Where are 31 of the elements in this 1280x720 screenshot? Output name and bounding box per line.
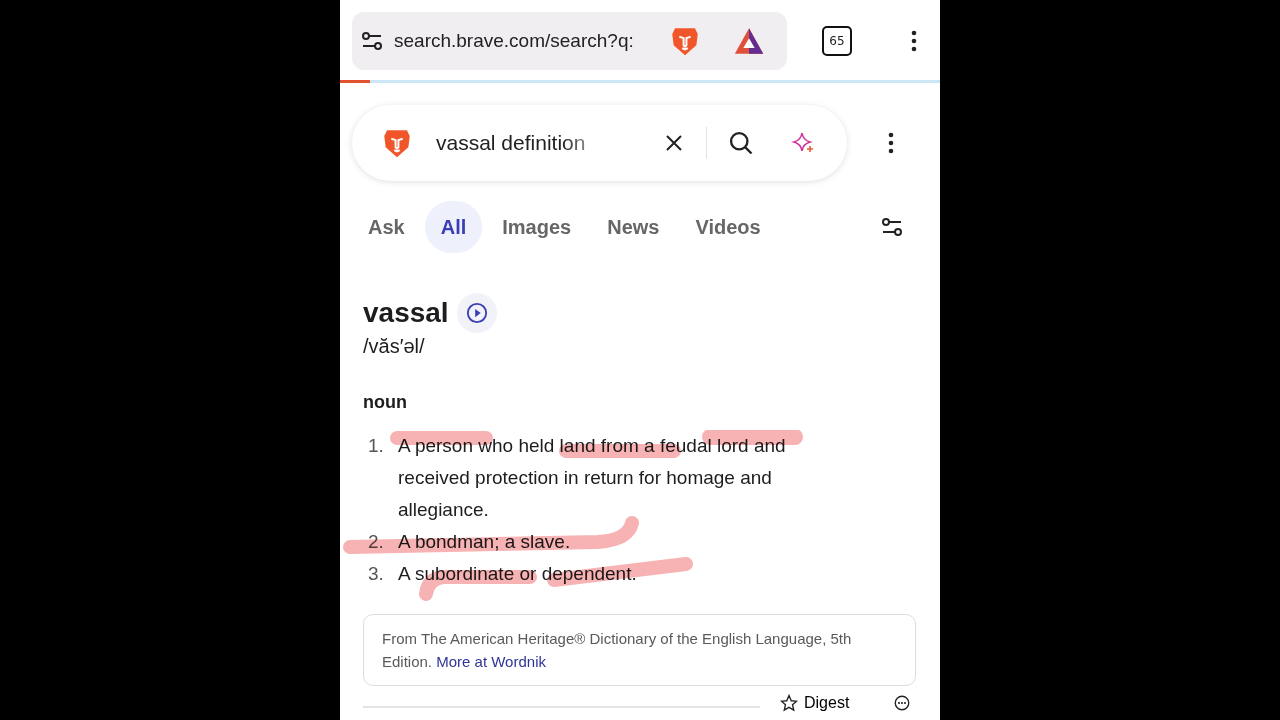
chat-icon[interactable] (893, 694, 912, 712)
sense-text: A bondman; a slave. (398, 530, 571, 554)
search-tab[interactable]: Ask (352, 201, 421, 253)
search-tab[interactable]: Videos (679, 201, 777, 253)
search-field[interactable]: vassal definition (352, 105, 847, 181)
play-icon (465, 302, 488, 324)
url-text[interactable]: search.brave.com/search?q: (394, 30, 656, 52)
wordnik-link[interactable]: More at Wordnik (436, 653, 546, 670)
sense-number: 1. (367, 434, 385, 458)
more-options-icon[interactable] (887, 132, 895, 154)
menu-icon[interactable] (910, 30, 918, 52)
search-tab[interactable]: News (591, 201, 676, 253)
source-text: From The American Heritage® Dictionary of the English Language, 5th Edition. More at Wordnik (382, 629, 853, 672)
sense-number: 3. (367, 562, 385, 586)
star-icon (780, 694, 798, 712)
sparkle-icon[interactable] (791, 131, 815, 155)
address-bar[interactable]: search.brave.com/search?q: (352, 12, 787, 70)
pronounce-button[interactable] (456, 293, 497, 333)
headword: vassal (363, 297, 449, 329)
site-settings-icon[interactable] (360, 29, 384, 53)
sense-text: A person who held land from a feudal lord and received protection in return for homage and allegiance. (398, 434, 787, 522)
sense-text: A subordinate or dependent. (398, 562, 637, 586)
filter-icon[interactable] (880, 215, 904, 239)
search-tab[interactable]: Images (486, 201, 588, 253)
search-icon[interactable] (727, 129, 755, 157)
sense-number: 2. (367, 530, 385, 554)
pronunciation: /văs′əl/ (363, 335, 426, 358)
digest-button[interactable]: Digest (780, 694, 850, 712)
search-tab[interactable]: All (424, 201, 483, 253)
tab-count-button[interactable]: 65 (822, 26, 852, 56)
part-of-speech: noun (363, 392, 408, 413)
